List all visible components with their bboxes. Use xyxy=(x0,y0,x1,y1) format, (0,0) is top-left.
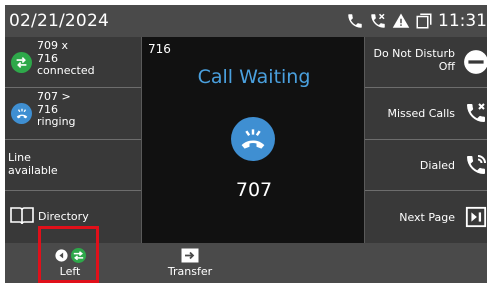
status-icons: 11:31 xyxy=(346,5,487,37)
dnd-label: Do Not Disturb Off xyxy=(373,47,455,73)
ringing-phone-icon xyxy=(11,103,32,124)
dialed-label: Dialed xyxy=(420,159,455,172)
phone-icon xyxy=(346,12,364,30)
status-time: 11:31 xyxy=(438,11,487,31)
status-date: 02/21/2024 xyxy=(9,11,109,31)
next-page-key[interactable]: Next Page xyxy=(365,191,487,243)
next-page-icon xyxy=(461,202,487,232)
line-2-number: 707 > xyxy=(37,90,71,103)
line-key-709-connected[interactable]: 709 x 716 connected xyxy=(5,37,141,88)
line-3-status: available xyxy=(8,163,58,177)
line-key-3-text: Line available xyxy=(8,151,58,177)
directory-label: Directory xyxy=(38,210,89,223)
line-key-707-ringing[interactable]: 707 > 716 ringing xyxy=(5,88,141,140)
dnd-label-line1: Do Not Disturb xyxy=(373,47,455,60)
book-icon xyxy=(10,207,34,229)
line-1-number: 709 x xyxy=(37,39,69,52)
transfer-icon xyxy=(160,243,220,263)
dialed-key[interactable]: Dialed xyxy=(365,140,487,191)
caller-number: 707 xyxy=(235,179,273,201)
warning-icon xyxy=(392,12,410,30)
missed-call-icon xyxy=(461,98,487,128)
dialed-text: Dialed xyxy=(419,159,455,172)
softkey-transfer[interactable]: Transfer xyxy=(160,243,220,283)
status-bar: 02/21/2024 11:31 xyxy=(5,5,487,37)
line-key-2-text: 707 > 716 ringing xyxy=(37,90,76,129)
highlight-box xyxy=(38,226,99,283)
line-key-available[interactable]: Line available xyxy=(5,140,141,191)
transfer-arrows-icon xyxy=(11,52,32,73)
line-keys-column: 709 x 716 connected 707 > 716 ringing Li… xyxy=(5,37,141,243)
softkey-transfer-label: Transfer xyxy=(167,265,213,278)
missed-calls-text: Missed Calls xyxy=(387,107,455,120)
line-3-label: Line xyxy=(8,151,31,164)
line-key-1-text: 709 x 716 connected xyxy=(37,39,95,78)
dialed-call-icon xyxy=(461,150,487,180)
dnd-label-line2: Off xyxy=(438,60,455,73)
next-page-label: Next Page xyxy=(399,211,455,224)
call-state-title: Call Waiting xyxy=(197,66,311,88)
missed-call-status-icon xyxy=(369,12,387,30)
do-not-disturb-key[interactable]: Do Not Disturb Off xyxy=(365,37,487,88)
screen-copy-icon xyxy=(415,12,433,30)
next-page-text: Next Page xyxy=(399,211,455,224)
line-2-status: ringing xyxy=(37,115,76,128)
missed-calls-key[interactable]: Missed Calls xyxy=(365,88,487,140)
feature-keys-column: Do Not Disturb Off Missed Calls Dialed N… xyxy=(365,37,487,243)
dnd-minus-icon xyxy=(461,47,487,77)
missed-calls-label: Missed Calls xyxy=(387,107,455,120)
call-panel: 716 Call Waiting 707 xyxy=(141,37,365,243)
active-line-number: 716 xyxy=(148,42,171,56)
line-1-status: connected xyxy=(37,64,95,77)
incoming-call-icon xyxy=(231,117,275,161)
